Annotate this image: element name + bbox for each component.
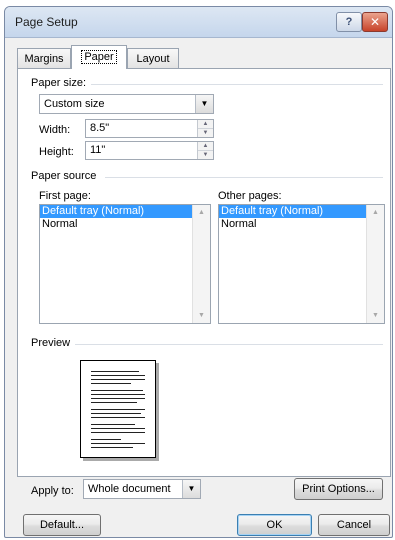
page-preview: [80, 360, 156, 458]
preview-line: [91, 394, 145, 395]
first-page-label: First page:: [39, 190, 91, 202]
list-item[interactable]: Normal: [219, 218, 384, 231]
paper-size-dropdown[interactable]: Custom size ▼: [39, 94, 214, 114]
paper-size-group-label: Paper size:: [31, 77, 87, 89]
ok-button[interactable]: OK: [237, 514, 312, 536]
preview-divider: [75, 344, 383, 345]
title-bar: Page Setup ? ✕: [5, 7, 392, 38]
preview-line: [91, 443, 145, 444]
tab-margins-label: Margins: [24, 53, 64, 65]
preview-line: [91, 398, 145, 399]
close-button[interactable]: ✕: [362, 12, 388, 32]
width-label: Width:: [39, 124, 71, 136]
cancel-button[interactable]: Cancel: [318, 514, 390, 536]
preview-line: [91, 383, 131, 384]
scrollbar[interactable]: ▲ ▼: [192, 205, 210, 323]
help-button[interactable]: ?: [336, 12, 362, 32]
width-value: 8.5": [90, 122, 110, 134]
chevron-down-icon[interactable]: ▼: [182, 480, 200, 498]
preview-line: [91, 390, 143, 391]
apply-to-label: Apply to:: [31, 485, 74, 497]
print-options-button[interactable]: Print Options...: [294, 478, 383, 500]
width-spinner[interactable]: ▲ ▼: [197, 120, 213, 137]
scroll-up-icon[interactable]: ▲: [367, 209, 384, 216]
preview-line: [91, 439, 121, 440]
width-field[interactable]: 8.5" ▲ ▼: [85, 119, 214, 138]
tab-layout-label: Layout: [136, 53, 170, 65]
preview-group-label: Preview: [31, 337, 71, 349]
height-spinner[interactable]: ▲ ▼: [197, 142, 213, 159]
chevron-down-icon[interactable]: ▼: [195, 95, 213, 113]
preview-line: [91, 432, 145, 433]
spin-down-icon[interactable]: ▼: [198, 151, 213, 159]
scrollbar[interactable]: ▲ ▼: [366, 205, 384, 323]
scroll-up-icon[interactable]: ▲: [193, 209, 210, 216]
apply-to-dropdown[interactable]: Whole document ▼: [83, 479, 201, 499]
preview-line: [91, 428, 145, 429]
preview-line: [91, 371, 139, 372]
paper-source-divider: [105, 177, 383, 178]
window-title: Page Setup: [15, 15, 78, 29]
list-item[interactable]: Default tray (Normal): [219, 205, 367, 218]
height-label: Height:: [39, 146, 74, 158]
list-item[interactable]: Default tray (Normal): [40, 205, 193, 218]
scroll-down-icon[interactable]: ▼: [193, 312, 210, 319]
spin-down-icon[interactable]: ▼: [198, 129, 213, 137]
scroll-down-icon[interactable]: ▼: [367, 312, 384, 319]
list-item[interactable]: Normal: [40, 218, 210, 231]
tab-layout[interactable]: Layout: [127, 48, 179, 68]
height-field[interactable]: 11" ▲ ▼: [85, 141, 214, 160]
paper-source-group-label: Paper source: [31, 170, 97, 182]
preview-line: [91, 379, 145, 380]
preview-line: [91, 409, 145, 410]
preview-line: [91, 413, 141, 414]
other-pages-label: Other pages:: [218, 190, 282, 202]
other-pages-list[interactable]: Default tray (Normal) Normal ▲ ▼: [218, 204, 385, 324]
height-value: 11": [90, 144, 106, 156]
paper-size-divider: [91, 84, 383, 85]
preview-line: [91, 375, 145, 376]
tab-paper[interactable]: Paper: [71, 45, 127, 69]
page-setup-dialog: Page Setup ? ✕ Margins Paper Layout Pape…: [4, 6, 393, 538]
preview-line: [91, 424, 135, 425]
spin-up-icon[interactable]: ▲: [198, 142, 213, 151]
default-button[interactable]: Default...: [23, 514, 101, 536]
preview-line: [91, 402, 137, 403]
preview-line: [91, 447, 133, 448]
spin-up-icon[interactable]: ▲: [198, 120, 213, 129]
tab-margins[interactable]: Margins: [17, 48, 71, 68]
first-page-list[interactable]: Default tray (Normal) Normal ▲ ▼: [39, 204, 211, 324]
paper-size-value: Custom size: [44, 98, 105, 110]
tab-paper-label: Paper: [81, 50, 117, 64]
apply-to-value: Whole document: [88, 483, 171, 495]
preview-line: [91, 417, 145, 418]
